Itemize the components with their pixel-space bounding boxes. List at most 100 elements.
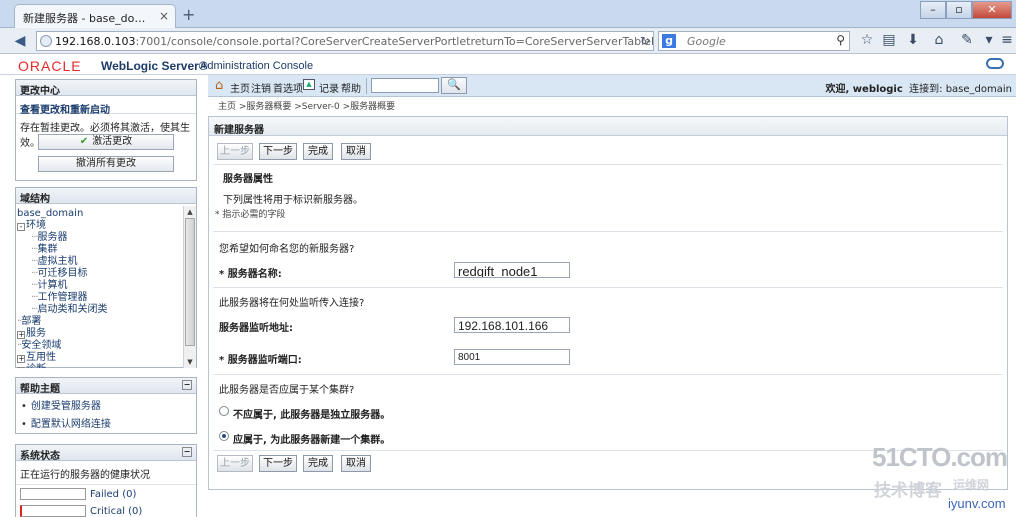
back-button[interactable]: 上一步 bbox=[217, 455, 253, 472]
domain-structure-panel: 域结构 base_domain - 环境 ···服务器 ···集群 ···虚拟主机 ···可… bbox=[15, 187, 197, 368]
expand-icon[interactable]: + bbox=[17, 367, 25, 368]
tree-item-label: 安全领域 bbox=[21, 340, 62, 351]
cancel-button[interactable]: 取消 bbox=[341, 455, 371, 472]
cancel-button[interactable]: 取消 bbox=[341, 143, 371, 160]
standalone-option-label[interactable]: 不应属于, 此服务器是独立服务器。 bbox=[233, 406, 390, 421]
menu-chevron-icon[interactable]: ▾ bbox=[980, 32, 998, 48]
browser-tab[interactable]: 新建服务器 - base_domain - ... × bbox=[14, 4, 176, 28]
watermark-51cto: 51CTO.com bbox=[872, 442, 1008, 472]
url-bar[interactable]: 192.168.0.103:7001/console/console.porta… bbox=[36, 31, 654, 51]
status-row-critical: Critical (0) bbox=[16, 504, 196, 517]
tree-item[interactable]: ···计算机 bbox=[17, 280, 184, 292]
site-identity-icon[interactable] bbox=[40, 35, 52, 47]
watermark-blog: 技术博客 bbox=[874, 481, 942, 500]
minimize-button[interactable]: – bbox=[920, 1, 946, 19]
tree-item[interactable]: +诊断 bbox=[17, 364, 184, 368]
menu-icon[interactable]: ≡ bbox=[998, 32, 1016, 48]
tree-item[interactable]: ··安全领域 bbox=[17, 340, 184, 352]
finish-button[interactable]: 完成 bbox=[303, 455, 333, 472]
standalone-radio[interactable] bbox=[219, 406, 229, 416]
collapse-icon[interactable]: − bbox=[182, 380, 192, 390]
tree-item[interactable]: base_domain bbox=[17, 208, 184, 220]
tree-item[interactable]: - 环境 bbox=[17, 220, 184, 232]
name-question: 您希望如何命名您的新服务器? bbox=[219, 244, 355, 255]
server-name-field[interactable]: redgift_node1 bbox=[454, 262, 570, 278]
maximize-button[interactable]: ▫ bbox=[946, 1, 972, 19]
tree-item[interactable]: +互用性 bbox=[17, 352, 184, 364]
scroll-down-icon[interactable]: ▼ bbox=[185, 357, 195, 367]
tree-item[interactable]: ···集群 bbox=[17, 244, 184, 256]
tab-close-icon[interactable]: × bbox=[159, 9, 169, 23]
addon-icon[interactable]: ✎ bbox=[958, 32, 976, 48]
check-icon: ✔ bbox=[79, 136, 89, 147]
welcome-user: 欢迎, weblogic bbox=[825, 84, 903, 95]
scroll-up-icon[interactable]: ▲ bbox=[185, 207, 195, 217]
close-window-button[interactable]: ✕ bbox=[972, 1, 1012, 19]
url-path: :7001/console/console.portal?CoreServerC… bbox=[135, 35, 654, 48]
search-icon[interactable]: ⚲ bbox=[836, 33, 845, 47]
download-icon[interactable]: ⬇ bbox=[904, 32, 922, 48]
preferences-link[interactable]: 首选项 bbox=[273, 80, 303, 95]
view-changes-link[interactable]: 查看更改和重新启动 bbox=[16, 96, 196, 116]
tree-item-label: 部署 bbox=[21, 316, 42, 327]
next-button[interactable]: 下一步 bbox=[259, 143, 297, 160]
status-bar bbox=[20, 505, 86, 517]
console-search-input[interactable] bbox=[371, 78, 439, 93]
console-subtitle: Administration Console bbox=[200, 60, 314, 72]
status-row-failed: Failed (0) bbox=[16, 487, 196, 502]
system-status-panel: 系统状态 − 正在运行的服务器的健康状况 Failed (0) Critical … bbox=[15, 444, 197, 517]
tree-item[interactable]: +服务 bbox=[17, 328, 184, 340]
back-button[interactable]: 上一步 bbox=[217, 143, 253, 160]
tree-item[interactable]: ···工作管理器 bbox=[17, 292, 184, 304]
help-link[interactable]: 帮助 bbox=[341, 80, 361, 95]
section-divider bbox=[213, 287, 1003, 288]
tree-item[interactable]: ··部署 bbox=[17, 316, 184, 328]
undo-all-changes-button[interactable]: 撤消所有更改 bbox=[38, 156, 174, 172]
breadcrumb[interactable]: 主页 >服务器概要 >Server-0 >服务器概要 bbox=[218, 99, 395, 112]
next-button[interactable]: 下一步 bbox=[259, 455, 297, 472]
home-link[interactable]: 主页 bbox=[230, 80, 250, 95]
bookmark-star-icon[interactable]: ☆ bbox=[858, 32, 876, 48]
new-tab-button[interactable]: + bbox=[182, 5, 195, 24]
scroll-thumb[interactable] bbox=[185, 218, 195, 346]
expand-icon[interactable]: + bbox=[17, 355, 25, 363]
record-link[interactable]: 记录 bbox=[319, 80, 339, 95]
tree-item[interactable]: ···服务器 bbox=[17, 232, 184, 244]
browser-tab-title: 新建服务器 - base_domain - ... bbox=[23, 12, 151, 25]
tree-scrollbar[interactable]: ▲ ▼ bbox=[183, 206, 196, 368]
listen-port-field[interactable]: 8001 bbox=[454, 349, 570, 365]
tree-item-label: 启动类和关闭类 bbox=[37, 304, 108, 315]
help-link-network[interactable]: 配置默认网络连接 bbox=[16, 412, 196, 430]
finish-button[interactable]: 完成 bbox=[303, 143, 333, 160]
tree-item-label: 工作管理器 bbox=[37, 292, 88, 303]
new-cluster-radio[interactable] bbox=[219, 431, 229, 441]
browser-search-input[interactable]: g Google ⚲ bbox=[658, 31, 850, 51]
tree-item[interactable]: ···可迁移目标 bbox=[17, 268, 184, 280]
status-bar bbox=[20, 488, 86, 500]
home-icon[interactable]: ⌂ bbox=[215, 78, 223, 93]
activate-changes-button[interactable]: ✔ 激活更改 bbox=[38, 134, 174, 150]
tree-item-label: 服务 bbox=[26, 328, 46, 339]
listen-address-field[interactable]: 192.168.101.166 bbox=[454, 317, 570, 333]
status-label[interactable]: Critical (0) bbox=[90, 506, 142, 517]
record-icon[interactable]: ▲ bbox=[303, 79, 315, 90]
collapse-icon[interactable]: - bbox=[17, 223, 25, 231]
collapse-icon[interactable]: − bbox=[182, 447, 192, 457]
tree-item[interactable]: ···虚拟主机 bbox=[17, 256, 184, 268]
bookmarks-list-icon[interactable]: ▤ bbox=[880, 32, 898, 48]
reload-icon[interactable]: ↻ bbox=[640, 34, 650, 48]
oracle-logo: ORACLE bbox=[18, 58, 82, 74]
new-cluster-option-label[interactable]: 应属于, 为此服务器新建一个集群。 bbox=[233, 431, 390, 446]
logout-link[interactable]: 注销 bbox=[251, 80, 271, 95]
window-controls: – ▫ ✕ bbox=[920, 1, 1012, 19]
home-icon[interactable]: ⌂ bbox=[930, 32, 948, 48]
tree-item[interactable]: ···启动类和关闭类 bbox=[17, 304, 184, 316]
change-center-panel: 更改中心 查看更改和重新启动 存在暂挂更改。必须将其激活，使其生效。 ✔ 激活更改… bbox=[15, 79, 197, 181]
help-link-create-server[interactable]: 创建受管服务器 bbox=[16, 394, 196, 412]
expand-icon[interactable]: + bbox=[17, 331, 25, 339]
back-arrow-icon[interactable]: ◀ bbox=[10, 32, 30, 50]
page-title: 新建服务器 bbox=[209, 117, 1007, 136]
status-label[interactable]: Failed (0) bbox=[90, 489, 136, 500]
console-search-button[interactable]: 🔍 bbox=[441, 77, 467, 94]
google-icon[interactable]: g bbox=[662, 34, 676, 48]
